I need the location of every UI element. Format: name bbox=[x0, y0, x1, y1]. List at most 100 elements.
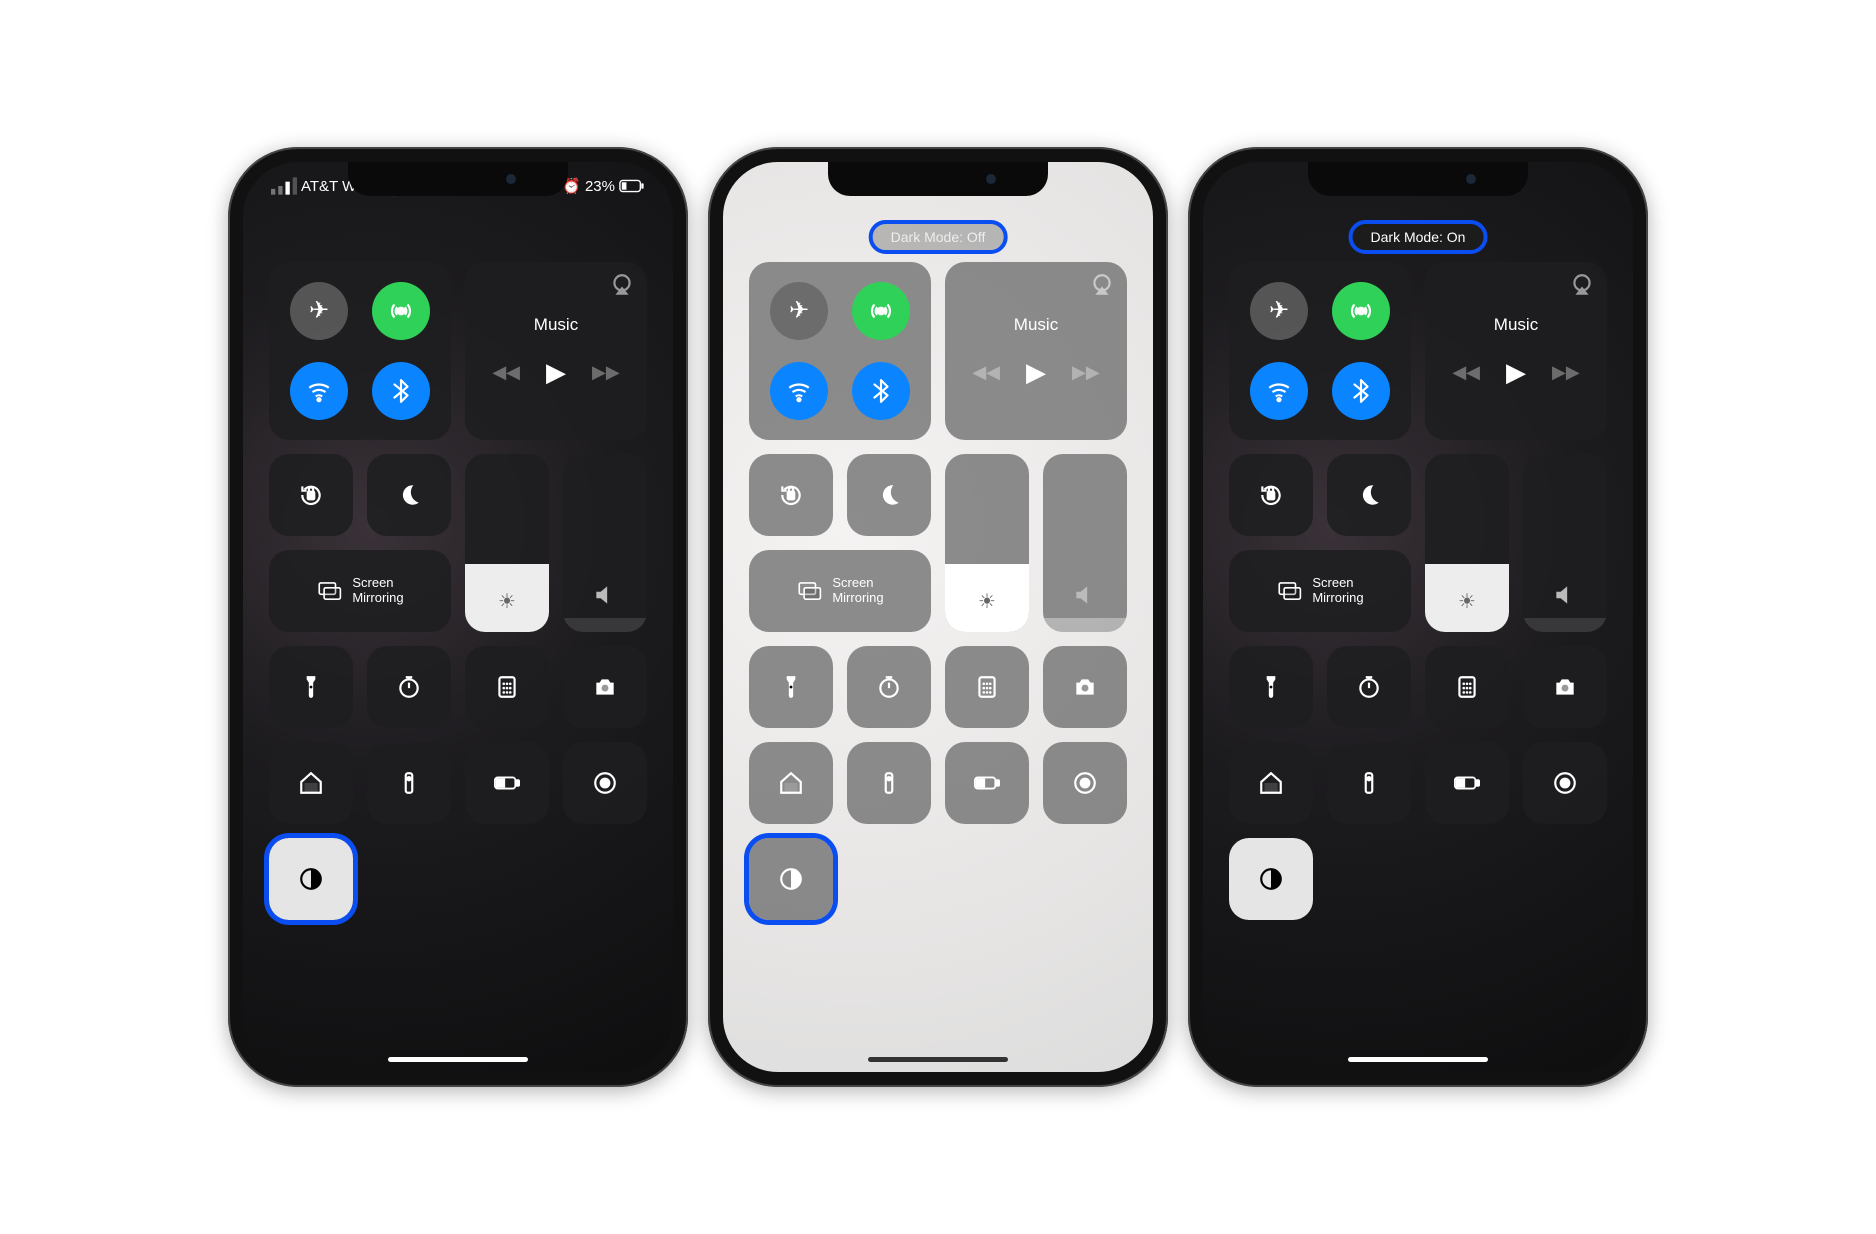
brightness-icon: ☀︎ bbox=[498, 589, 516, 614]
home-indicator[interactable] bbox=[868, 1057, 1008, 1062]
brightness-icon: ☀︎ bbox=[978, 589, 996, 614]
do-not-disturb-toggle[interactable] bbox=[847, 454, 931, 536]
dark-mode-toggle[interactable] bbox=[749, 838, 833, 920]
screen-record-button[interactable] bbox=[1523, 742, 1607, 824]
battery-pct: 23% bbox=[585, 178, 615, 195]
calculator-button[interactable] bbox=[465, 646, 549, 728]
device-notch bbox=[1308, 162, 1528, 196]
volume-icon bbox=[592, 582, 618, 614]
brightness-slider[interactable]: ☀︎ bbox=[1425, 454, 1509, 632]
flashlight-button[interactable] bbox=[269, 646, 353, 728]
bluetooth-toggle[interactable] bbox=[1332, 362, 1390, 420]
calculator-button[interactable] bbox=[945, 646, 1029, 728]
apple-tv-remote-button[interactable] bbox=[367, 742, 451, 824]
control-center[interactable]: ✈︎ bbox=[1229, 262, 1607, 920]
screen-mirroring-button[interactable]: Screen Mirroring bbox=[749, 550, 931, 632]
airplane-mode-toggle[interactable]: ✈︎ bbox=[290, 282, 348, 340]
brightness-slider[interactable]: ☀︎ bbox=[945, 454, 1029, 632]
screen-record-button[interactable] bbox=[563, 742, 647, 824]
wifi-toggle[interactable] bbox=[290, 362, 348, 420]
play-button[interactable]: ▶︎ bbox=[546, 357, 566, 388]
volume-slider[interactable] bbox=[1523, 454, 1607, 632]
device-notch bbox=[348, 162, 568, 196]
home-button[interactable] bbox=[749, 742, 833, 824]
home-button[interactable] bbox=[269, 742, 353, 824]
screen-mirroring-label: Screen Mirroring bbox=[1312, 576, 1363, 606]
rewind-button[interactable]: ◀◀ bbox=[492, 362, 520, 383]
home-button[interactable] bbox=[1229, 742, 1313, 824]
timer-button[interactable] bbox=[1327, 646, 1411, 728]
volume-slider[interactable] bbox=[1043, 454, 1127, 632]
media-controls[interactable]: Music ◀◀ ▶︎ ▶▶ bbox=[1425, 262, 1607, 440]
do-not-disturb-toggle[interactable] bbox=[367, 454, 451, 536]
control-center[interactable]: ✈︎ bbox=[749, 262, 1127, 920]
play-button[interactable]: ▶︎ bbox=[1026, 357, 1046, 388]
apple-tv-remote-button[interactable] bbox=[847, 742, 931, 824]
timer-button[interactable] bbox=[847, 646, 931, 728]
media-title: Music bbox=[1014, 315, 1058, 335]
iphone-device: Dark Mode: On ✈︎ bbox=[1188, 147, 1648, 1087]
screen-mirroring-button[interactable]: Screen Mirroring bbox=[269, 550, 451, 632]
airplay-icon[interactable] bbox=[1569, 272, 1595, 301]
airplane-mode-toggle[interactable]: ✈︎ bbox=[770, 282, 828, 340]
cellular-data-toggle[interactable] bbox=[852, 282, 910, 340]
forward-button[interactable]: ▶▶ bbox=[1072, 362, 1100, 383]
screen-record-button[interactable] bbox=[1043, 742, 1127, 824]
rewind-button[interactable]: ◀◀ bbox=[972, 362, 1000, 383]
orientation-lock-toggle[interactable] bbox=[269, 454, 353, 536]
volume-icon bbox=[1552, 582, 1578, 614]
airplay-icon[interactable] bbox=[609, 272, 635, 301]
screen-mirroring-button[interactable]: Screen Mirroring bbox=[1229, 550, 1411, 632]
apple-tv-remote-button[interactable] bbox=[1327, 742, 1411, 824]
home-indicator[interactable] bbox=[388, 1057, 528, 1062]
low-power-mode-toggle[interactable] bbox=[465, 742, 549, 824]
play-button[interactable]: ▶︎ bbox=[1506, 357, 1526, 388]
rewind-button[interactable]: ◀◀ bbox=[1452, 362, 1480, 383]
dark-mode-status-pill: Dark Mode: On bbox=[1349, 220, 1488, 254]
orientation-lock-toggle[interactable] bbox=[1229, 454, 1313, 536]
orientation-lock-toggle[interactable] bbox=[749, 454, 833, 536]
camera-button[interactable] bbox=[1523, 646, 1607, 728]
do-not-disturb-toggle[interactable] bbox=[1327, 454, 1411, 536]
battery-icon bbox=[619, 173, 645, 199]
media-controls[interactable]: Music ◀◀ ▶︎ ▶▶ bbox=[945, 262, 1127, 440]
connectivity-group[interactable]: ✈︎ bbox=[749, 262, 931, 440]
media-controls[interactable]: Music ◀◀ ▶︎ ▶▶ bbox=[465, 262, 647, 440]
home-indicator[interactable] bbox=[1348, 1057, 1488, 1062]
signal-icon bbox=[271, 173, 297, 199]
brightness-icon: ☀︎ bbox=[1458, 589, 1476, 614]
iphone-device: Dark Mode: Off ✈︎ bbox=[708, 147, 1168, 1087]
airplay-icon[interactable] bbox=[1089, 272, 1115, 301]
camera-button[interactable] bbox=[563, 646, 647, 728]
dark-mode-toggle[interactable] bbox=[1229, 838, 1313, 920]
bluetooth-toggle[interactable] bbox=[852, 362, 910, 420]
iphone-device: AT&T Wi-Fi ⏰ 23% ✈︎ bbox=[228, 147, 688, 1087]
connectivity-group[interactable]: ✈︎ bbox=[1229, 262, 1411, 440]
volume-slider[interactable] bbox=[563, 454, 647, 632]
flashlight-button[interactable] bbox=[1229, 646, 1313, 728]
flashlight-button[interactable] bbox=[749, 646, 833, 728]
calculator-button[interactable] bbox=[1425, 646, 1509, 728]
device-notch bbox=[828, 162, 1048, 196]
bluetooth-toggle[interactable] bbox=[372, 362, 430, 420]
brightness-slider[interactable]: ☀︎ bbox=[465, 454, 549, 632]
screen-mirroring-label: Screen Mirroring bbox=[352, 576, 403, 606]
screen-mirroring-label: Screen Mirroring bbox=[832, 576, 883, 606]
low-power-mode-toggle[interactable] bbox=[1425, 742, 1509, 824]
wifi-toggle[interactable] bbox=[770, 362, 828, 420]
volume-icon bbox=[1072, 582, 1098, 614]
media-title: Music bbox=[1494, 315, 1538, 335]
control-center[interactable]: ✈︎ bbox=[269, 262, 647, 920]
airplane-mode-toggle[interactable]: ✈︎ bbox=[1250, 282, 1308, 340]
cellular-data-toggle[interactable] bbox=[372, 282, 430, 340]
dark-mode-toggle[interactable] bbox=[269, 838, 353, 920]
connectivity-group[interactable]: ✈︎ bbox=[269, 262, 451, 440]
cellular-data-toggle[interactable] bbox=[1332, 282, 1390, 340]
timer-button[interactable] bbox=[367, 646, 451, 728]
forward-button[interactable]: ▶▶ bbox=[1552, 362, 1580, 383]
forward-button[interactable]: ▶▶ bbox=[592, 362, 620, 383]
media-title: Music bbox=[534, 315, 578, 335]
low-power-mode-toggle[interactable] bbox=[945, 742, 1029, 824]
camera-button[interactable] bbox=[1043, 646, 1127, 728]
wifi-toggle[interactable] bbox=[1250, 362, 1308, 420]
